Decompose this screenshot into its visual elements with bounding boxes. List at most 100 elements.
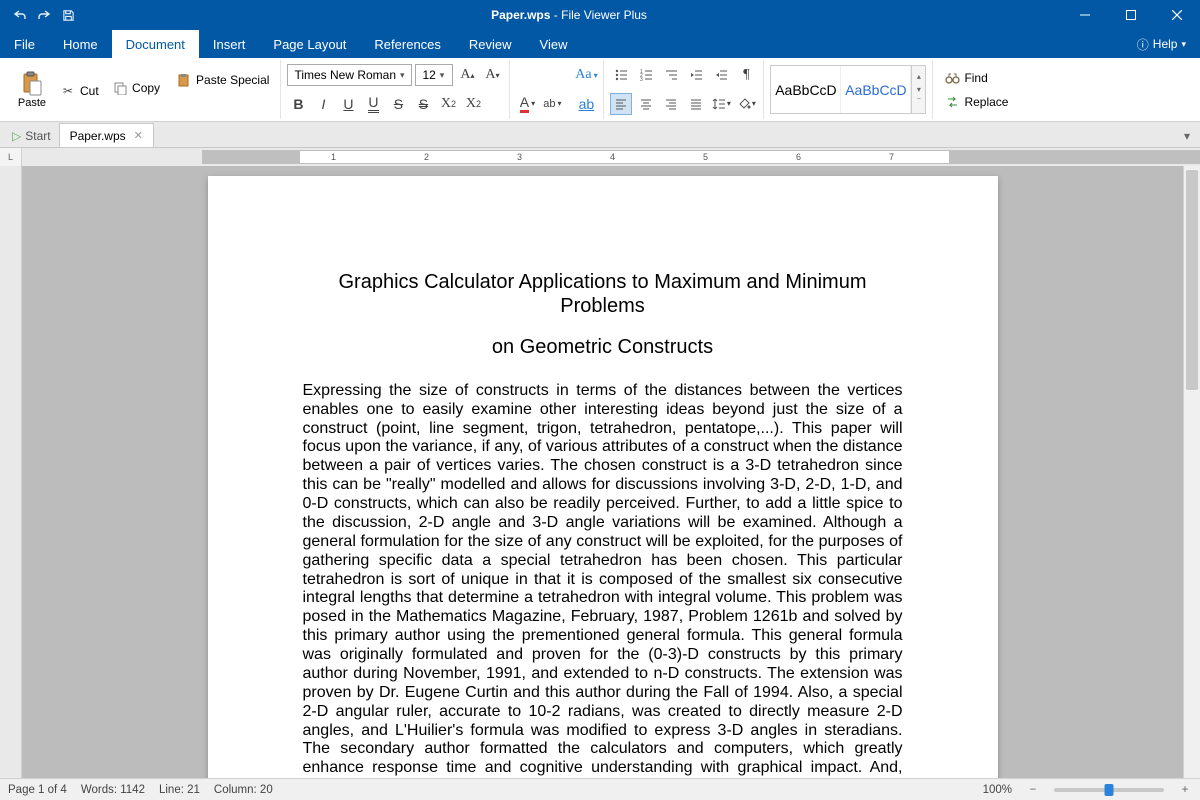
font-color-button[interactable]: A▾ (516, 93, 538, 115)
ribbon-group-clipboard: Paste ✂Cut Copy Paste Special (5, 60, 281, 119)
superscript-button[interactable]: X2 (437, 93, 459, 115)
status-bar: Page 1 of 4 Words: 1142 Line: 21 Column:… (0, 778, 1200, 800)
underline-button[interactable]: U (337, 93, 359, 115)
decrease-indent-button[interactable] (685, 64, 707, 86)
bullets-button[interactable] (610, 64, 632, 86)
numbering-button[interactable]: 123 (635, 64, 657, 86)
ribbon-group-paragraph: 123 ¶ ▾ ▾ (604, 60, 764, 119)
justify-button[interactable] (685, 93, 707, 115)
vertical-ruler[interactable] (0, 166, 22, 778)
paste-button[interactable]: Paste (11, 62, 53, 118)
font-name-select[interactable]: Times New Roman▾ (287, 64, 412, 86)
zoom-slider-handle[interactable] (1105, 784, 1114, 796)
ribbon-group-styles: AaBbCcD AaBbCcD ▴▾‾ (764, 60, 933, 119)
document-canvas[interactable]: Graphics Calculator Applications to Maxi… (22, 166, 1183, 778)
help-icon: ⓘ (1137, 36, 1149, 53)
double-strike-button[interactable]: S (412, 93, 434, 115)
zoom-in-button[interactable]: + (1178, 784, 1192, 796)
ribbon-group-case: Aa▾ ab (569, 60, 604, 119)
copy-button[interactable]: Copy (107, 77, 165, 99)
replace-icon (944, 94, 960, 110)
title-bar: Paper.wps - File Viewer Plus (0, 0, 1200, 30)
help-button[interactable]: ⓘ Help ▾ (1123, 30, 1200, 58)
menu-document[interactable]: Document (112, 30, 199, 58)
menu-insert[interactable]: Insert (199, 30, 260, 58)
document-tab-strip: ▷Start Paper.wps✕ ▾ (0, 122, 1200, 148)
subscript-button[interactable]: X2 (462, 93, 484, 115)
paint-bucket-icon (737, 97, 751, 111)
change-case-button[interactable]: Aa▾ (575, 64, 597, 86)
status-line: Line: 21 (159, 784, 200, 796)
style-gallery[interactable]: AaBbCcD AaBbCcD ▴▾‾ (770, 65, 926, 114)
double-underline-button[interactable]: U (362, 93, 384, 115)
scrollbar-thumb[interactable] (1186, 170, 1198, 390)
copy-icon (112, 80, 128, 96)
cut-button[interactable]: ✂Cut (55, 80, 104, 102)
scissors-icon: ✂ (60, 83, 76, 99)
font-size-select[interactable]: 12▾ (415, 64, 453, 86)
ruler-corner: L (0, 148, 22, 166)
multilevel-list-button[interactable] (660, 64, 682, 86)
line-spacing-button[interactable]: ▾ (710, 93, 732, 115)
style-gallery-expand[interactable]: ▴▾‾ (911, 66, 925, 113)
document-subtitle: on Geometric Constructs (303, 336, 903, 360)
increase-indent-button[interactable] (710, 64, 732, 86)
align-left-button[interactable] (610, 93, 632, 115)
strikethrough-button[interactable]: S (387, 93, 409, 115)
document-page[interactable]: Graphics Calculator Applications to Maxi… (208, 176, 998, 778)
status-zoom[interactable]: 100% (983, 784, 1012, 796)
shading-button[interactable]: ▾ (735, 93, 757, 115)
grow-font-button[interactable]: A▴ (456, 64, 478, 86)
document-area: Graphics Calculator Applications to Maxi… (0, 166, 1200, 778)
bold-button[interactable]: B (287, 93, 309, 115)
binoculars-icon (944, 70, 960, 86)
start-tab[interactable]: ▷Start (4, 125, 59, 147)
menu-page-layout[interactable]: Page Layout (259, 30, 360, 58)
window-title: Paper.wps - File Viewer Plus (76, 8, 1062, 22)
menu-review[interactable]: Review (455, 30, 526, 58)
align-right-button[interactable] (660, 93, 682, 115)
align-center-button[interactable] (635, 93, 657, 115)
undo-icon[interactable] (12, 7, 28, 23)
minimize-button[interactable] (1062, 0, 1108, 30)
find-button[interactable]: Find (939, 67, 1013, 89)
highlight-button[interactable]: ab▾ (541, 93, 563, 115)
close-button[interactable] (1154, 0, 1200, 30)
paste-icon (20, 71, 44, 97)
status-page[interactable]: Page 1 of 4 (8, 784, 67, 796)
italic-button[interactable]: I (312, 93, 334, 115)
horizontal-ruler[interactable]: L 1 2 3 4 5 6 7 (0, 148, 1200, 166)
close-tab-icon[interactable]: ✕ (134, 129, 143, 142)
ribbon: Paste ✂Cut Copy Paste Special Times New … (0, 58, 1200, 122)
shrink-font-button[interactable]: A▾ (481, 64, 503, 86)
vertical-scrollbar[interactable] (1183, 166, 1200, 778)
paste-special-button[interactable]: Paste Special (171, 69, 274, 91)
zoom-slider[interactable] (1054, 788, 1164, 792)
chevron-down-icon: ▾ (1181, 39, 1186, 50)
menu-references[interactable]: References (360, 30, 454, 58)
clear-formatting-button[interactable]: ab (575, 93, 597, 115)
menu-file[interactable]: File (0, 30, 49, 58)
style-heading1[interactable]: AaBbCcD (841, 66, 911, 113)
svg-text:3: 3 (640, 77, 643, 82)
document-paragraph: Expressing the size of constructs in ter… (303, 382, 903, 778)
zoom-out-button[interactable]: − (1026, 784, 1040, 796)
menu-home[interactable]: Home (49, 30, 112, 58)
replace-button[interactable]: Replace (939, 91, 1013, 113)
menu-view[interactable]: View (526, 30, 582, 58)
chevron-down-icon: ▾ (1184, 129, 1190, 143)
maximize-button[interactable] (1108, 0, 1154, 30)
save-icon[interactable] (60, 7, 76, 23)
document-tab[interactable]: Paper.wps✕ (59, 123, 154, 147)
ribbon-group-fontcolor: A▾ ab▾ (510, 60, 569, 119)
redo-icon[interactable] (36, 7, 52, 23)
tabstrip-overflow[interactable]: ▾ (1174, 125, 1200, 147)
menu-bar: File Home Document Insert Page Layout Re… (0, 30, 1200, 58)
show-marks-button[interactable]: ¶ (735, 64, 757, 86)
ribbon-group-editing: Find Replace (933, 60, 1019, 119)
play-icon: ▷ (12, 129, 21, 143)
document-title: Graphics Calculator Applications to Maxi… (303, 271, 903, 318)
ribbon-group-font: Times New Roman▾ 12▾ A▴ A▾ B I U U S S X… (281, 60, 510, 119)
style-normal[interactable]: AaBbCcD (771, 66, 841, 113)
status-words[interactable]: Words: 1142 (81, 784, 145, 796)
